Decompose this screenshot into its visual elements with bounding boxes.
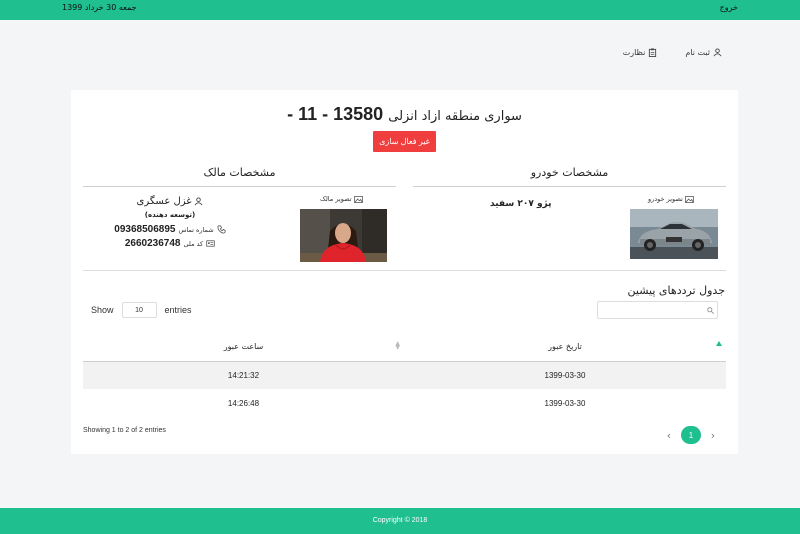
owner-section-title: مشخصات مالک xyxy=(203,166,276,179)
table-header-row: ▲ ▼ ساعت عبور تاریخ عبور xyxy=(83,333,726,362)
clipboard-icon xyxy=(649,48,657,57)
cell-time: 14:26:48 xyxy=(227,398,260,408)
action-links: نظارت ثبت نام xyxy=(623,48,722,57)
next-page-button[interactable]: › xyxy=(707,429,719,442)
table-info: Showing 1 to 2 of 2 entries xyxy=(83,427,166,434)
cell-time: 14:21:32 xyxy=(83,361,404,389)
vehicle-section-divider xyxy=(413,186,726,187)
page-button-current[interactable]: 1 xyxy=(681,426,701,444)
page-size-control: Show 10 entries xyxy=(91,302,192,318)
owner-image-label-text: تصویر مالک xyxy=(320,195,352,203)
current-date: جمعه 30 خرداد 1399 xyxy=(62,3,137,12)
owner-info: غزل عسگری (توسعه دهنده) شماره تماس 09368… xyxy=(110,194,230,249)
history-table: ▲ ▼ ساعت عبور تاریخ عبور 14:21:32 1399-03… xyxy=(83,333,726,417)
column-header-time-label: ساعت عبور xyxy=(223,342,264,352)
history-title: جدول ترددهای پیشین xyxy=(627,284,725,297)
vehicle-model: پژو ۲۰۷ سفید xyxy=(490,199,552,209)
vehicle-plate: 13580 - 11 - xyxy=(287,104,384,124)
vehicle-image-label-text: تصویر خودرو xyxy=(648,195,683,203)
register-label: ثبت نام xyxy=(685,48,710,57)
table-row: 14:26:48 1399-03-30 xyxy=(83,389,726,417)
sort-asc-icon xyxy=(716,341,722,346)
owner-national-id: 2660236748 xyxy=(124,238,181,249)
pagination: ‹ 1 › xyxy=(663,426,719,444)
entries-label: entries xyxy=(164,305,192,315)
footer: Copyright © 2018 xyxy=(0,508,800,534)
previous-page-button[interactable]: ‹ xyxy=(663,429,675,442)
user-add-icon xyxy=(713,48,722,57)
vehicle-photo xyxy=(630,209,718,259)
user-icon xyxy=(195,197,203,206)
page-size-select[interactable]: 10 xyxy=(121,302,157,318)
owner-phone: 09368506895 xyxy=(114,224,176,235)
supervision-link[interactable]: نظارت xyxy=(623,48,658,57)
table-row: 14:21:32 1399-03-30 xyxy=(83,361,726,389)
image-icon xyxy=(353,195,363,203)
table-search-input[interactable] xyxy=(597,301,718,319)
deactivate-button[interactable]: غیر فعال سازی xyxy=(373,131,436,152)
vehicle-image-label: تصویر خودرو xyxy=(648,195,694,203)
column-header-date[interactable]: تاریخ عبور xyxy=(404,333,726,362)
owner-image-label: تصویر مالک xyxy=(320,195,363,203)
vehicle-heading: سواری منطقه ازاد انزلی 13580 - 11 - xyxy=(71,104,738,125)
column-header-date-label: تاریخ عبور xyxy=(548,342,582,352)
top-bar: جمعه 30 خرداد 1399 خروج xyxy=(0,0,800,20)
show-label: Show xyxy=(91,305,114,315)
search-icon xyxy=(707,307,714,314)
vehicle-section-title: مشخصات خودرو xyxy=(530,166,609,179)
owner-photo xyxy=(300,209,387,262)
cell-date: 1399-03-30 xyxy=(404,361,726,389)
vehicle-name: سواری منطقه ازاد انزلی xyxy=(388,109,522,124)
phone-label: شماره تماس xyxy=(178,225,214,234)
sort-icon: ▲ ▼ xyxy=(395,340,400,351)
register-link[interactable]: ثبت نام xyxy=(685,48,722,57)
id-card-icon xyxy=(206,240,215,247)
national-id-label: کد ملی xyxy=(183,239,204,248)
owner-role: (توسعه دهنده) xyxy=(144,211,196,219)
logout-link[interactable]: خروج xyxy=(720,3,738,12)
phone-icon xyxy=(217,225,226,234)
cell-date: 1399-03-30 xyxy=(544,398,586,408)
image-icon xyxy=(685,195,694,203)
column-header-time[interactable]: ▲ ▼ ساعت عبور xyxy=(83,333,404,362)
section-divider xyxy=(83,270,726,271)
supervision-label: نظارت xyxy=(622,48,646,57)
owner-name: غزل عسگری xyxy=(136,196,192,207)
owner-section-divider xyxy=(83,186,396,187)
